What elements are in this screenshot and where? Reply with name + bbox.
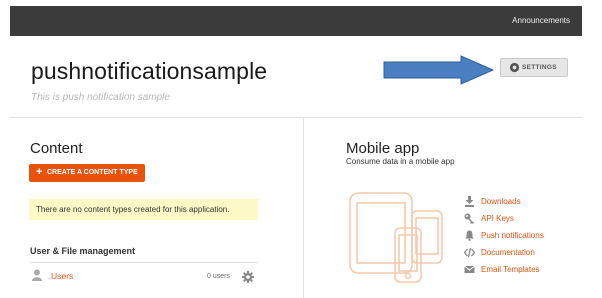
mobile-app-subtitle: Consume data in a mobile app	[346, 157, 455, 166]
arrow-annotation	[383, 55, 495, 85]
api-keys-label: API Keys	[481, 214, 514, 223]
user-file-management-heading: User & File management	[30, 246, 136, 256]
section-divider	[10, 117, 582, 118]
page-subtitle: This is push notification sample	[31, 92, 170, 103]
push-notifications-link[interactable]: Push notifications	[464, 230, 574, 242]
create-content-type-button[interactable]: + CREATE A CONTENT TYPE	[29, 164, 145, 182]
announcements-link[interactable]: Announcements	[512, 16, 570, 25]
users-link[interactable]: Users	[51, 271, 73, 281]
gear-icon[interactable]	[242, 271, 254, 283]
top-bar: Announcements	[10, 6, 582, 36]
settings-button[interactable]: SETTINGS	[500, 58, 568, 77]
bell-icon	[465, 230, 474, 241]
create-content-type-label: CREATE A CONTENT TYPE	[47, 169, 138, 176]
code-icon	[464, 247, 475, 258]
users-count: 0 users	[207, 273, 230, 280]
key-icon	[464, 213, 474, 224]
mobile-app-heading: Mobile app	[346, 140, 420, 157]
user-icon	[32, 269, 42, 281]
documentation-label: Documentation	[481, 248, 535, 257]
push-notifications-label: Push notifications	[481, 231, 544, 240]
column-divider	[303, 118, 304, 298]
content-heading: Content	[30, 140, 83, 157]
downloads-link[interactable]: Downloads	[464, 196, 574, 208]
documentation-link[interactable]: Documentation	[464, 247, 574, 259]
section-divider	[30, 262, 258, 263]
plus-icon: +	[36, 166, 43, 178]
download-icon	[465, 196, 474, 207]
gear-icon	[509, 62, 520, 73]
no-content-notice: There are no content types created for t…	[29, 199, 258, 220]
email-icon	[464, 265, 475, 273]
email-templates-link[interactable]: Email Templates	[464, 264, 574, 276]
api-keys-link[interactable]: API Keys	[464, 213, 574, 225]
settings-label: SETTINGS	[522, 64, 557, 71]
email-templates-label: Email Templates	[481, 265, 540, 274]
devices-illustration	[349, 192, 443, 283]
notice-text: There are no content types created for t…	[36, 205, 230, 214]
page-title: pushnotificationsample	[31, 58, 268, 84]
downloads-label: Downloads	[481, 197, 521, 206]
